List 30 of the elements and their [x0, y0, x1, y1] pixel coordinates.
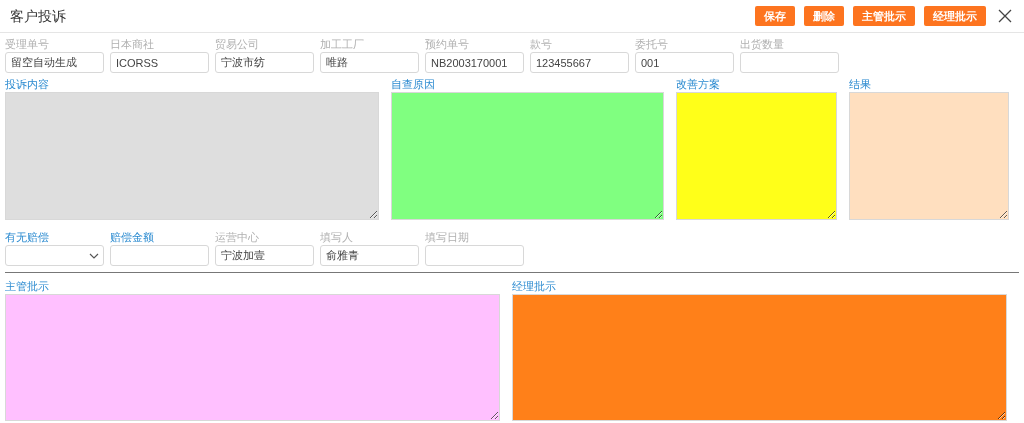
field-label: 填写人 — [320, 230, 354, 245]
chevron-down-icon — [89, 252, 99, 259]
field-label: 委托号 — [635, 37, 669, 52]
text-area[interactable] — [391, 92, 664, 220]
field-label: 出货数量 — [740, 37, 785, 52]
field-label: 日本商社 — [110, 37, 155, 52]
text-area[interactable] — [512, 294, 1007, 421]
text-area[interactable] — [676, 92, 837, 220]
field-label: 款号 — [530, 37, 553, 52]
window-title: 客户投诉 — [10, 6, 66, 26]
text-area[interactable] — [5, 92, 379, 220]
field-label: 填写日期 — [425, 230, 470, 245]
field-label: 有无赔偿 — [5, 230, 50, 245]
field-label: 运营中心 — [215, 230, 260, 245]
field-label: 赔偿金额 — [110, 230, 155, 245]
field-label: 受理单号 — [5, 37, 50, 52]
text-area[interactable] — [849, 92, 1009, 220]
text-area[interactable] — [5, 294, 500, 421]
field-label: 贸易公司 — [215, 37, 260, 52]
field-label: 投诉内容 — [5, 77, 50, 92]
select-field[interactable] — [5, 245, 104, 266]
field-label: 结果 — [849, 77, 872, 92]
field-label: 预约单号 — [425, 37, 470, 52]
input-field[interactable] — [110, 245, 209, 266]
field-label: 改善方案 — [676, 77, 721, 92]
field-label: 经理批示 — [512, 279, 557, 294]
close-icon[interactable] — [998, 9, 1012, 23]
field-label: 加工工厂 — [320, 37, 365, 52]
field-label: 主管批示 — [5, 279, 50, 294]
field-label: 自查原因 — [391, 77, 436, 92]
